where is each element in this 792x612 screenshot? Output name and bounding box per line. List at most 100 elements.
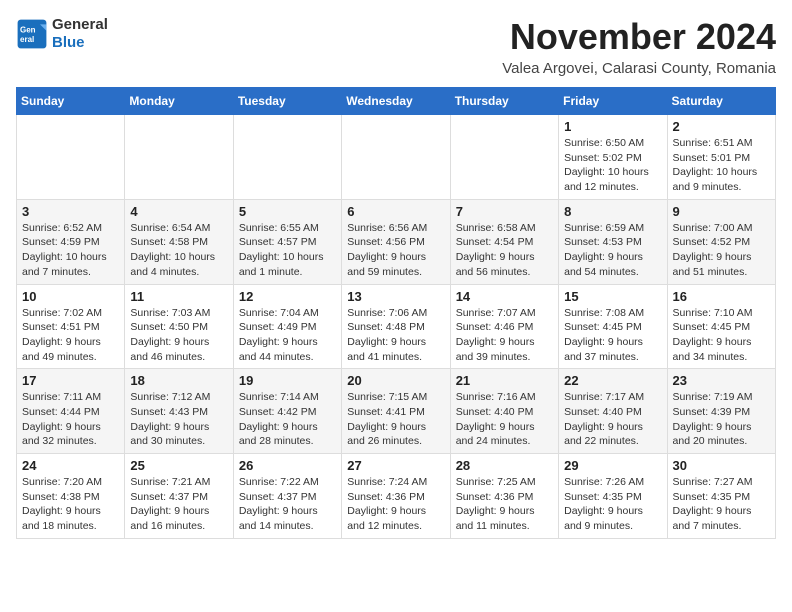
day-number: 5 — [239, 204, 336, 219]
day-info: Sunrise: 6:59 AM Sunset: 4:53 PM Dayligh… — [564, 221, 661, 280]
day-number: 29 — [564, 458, 661, 473]
day-number: 6 — [347, 204, 444, 219]
calendar-cell: 24 Sunrise: 7:20 AM Sunset: 4:38 PM Dayli… — [17, 454, 125, 539]
calendar-cell — [233, 115, 341, 200]
calendar-cell: 20Sunrise: 7:15 AM Sunset: 4:41 PM Dayli… — [342, 369, 450, 454]
day-info: Sunrise: 7:20 AM Sunset: 4:38 PM Dayligh… — [22, 475, 119, 534]
svg-text:eral: eral — [20, 35, 34, 44]
calendar-day-header: Saturday — [667, 88, 775, 115]
day-info: Sunrise: 7:26 AM Sunset: 4:35 PM Dayligh… — [564, 475, 661, 534]
calendar-cell: 12Sunrise: 7:04 AM Sunset: 4:49 PM Dayli… — [233, 284, 341, 369]
calendar-table: SundayMondayTuesdayWednesdayThursdayFrid… — [16, 87, 776, 539]
calendar-cell: 7 Sunrise: 6:58 AM Sunset: 4:54 PM Daylig… — [450, 199, 558, 284]
day-info: Sunrise: 7:08 AM Sunset: 4:45 PM Dayligh… — [564, 306, 661, 365]
day-info: Sunrise: 7:21 AM Sunset: 4:37 PM Dayligh… — [130, 475, 227, 534]
logo: Gen eral General Blue — [16, 16, 108, 52]
day-info: Sunrise: 7:12 AM Sunset: 4:43 PM Dayligh… — [130, 390, 227, 449]
day-number: 3 — [22, 204, 119, 219]
day-info: Sunrise: 7:22 AM Sunset: 4:37 PM Dayligh… — [239, 475, 336, 534]
day-number: 10 — [22, 289, 119, 304]
calendar-cell: 16 Sunrise: 7:10 AM Sunset: 4:45 PM Dayli… — [667, 284, 775, 369]
day-number: 30 — [673, 458, 770, 473]
calendar-week-row: 24 Sunrise: 7:20 AM Sunset: 4:38 PM Dayli… — [17, 454, 776, 539]
day-number: 1 — [564, 119, 661, 134]
calendar-cell: 11Sunrise: 7:03 AM Sunset: 4:50 PM Dayli… — [125, 284, 233, 369]
day-info: Sunrise: 7:06 AM Sunset: 4:48 PM Dayligh… — [347, 306, 444, 365]
day-number: 7 — [456, 204, 553, 219]
logo-blue-text: Blue — [52, 34, 108, 52]
day-number: 16 — [673, 289, 770, 304]
calendar-cell: 14 Sunrise: 7:07 AM Sunset: 4:46 PM Dayli… — [450, 284, 558, 369]
day-info: Sunrise: 7:02 AM Sunset: 4:51 PM Dayligh… — [22, 306, 119, 365]
day-number: 18 — [130, 373, 227, 388]
day-number: 19 — [239, 373, 336, 388]
calendar-cell: 4 Sunrise: 6:54 AM Sunset: 4:58 PM Daylig… — [125, 199, 233, 284]
day-number: 11 — [130, 289, 227, 304]
day-info: Sunrise: 7:16 AM Sunset: 4:40 PM Dayligh… — [456, 390, 553, 449]
calendar-cell: 1Sunrise: 6:50 AM Sunset: 5:02 PM Daylig… — [559, 115, 667, 200]
day-info: Sunrise: 6:51 AM Sunset: 5:01 PM Dayligh… — [673, 136, 770, 195]
subtitle: Valea Argovei, Calarasi County, Romania — [502, 60, 776, 77]
calendar-day-header: Thursday — [450, 88, 558, 115]
calendar-week-row: 10 Sunrise: 7:02 AM Sunset: 4:51 PM Dayli… — [17, 284, 776, 369]
calendar-day-header: Tuesday — [233, 88, 341, 115]
calendar-cell: 2Sunrise: 6:51 AM Sunset: 5:01 PM Daylig… — [667, 115, 775, 200]
day-info: Sunrise: 7:11 AM Sunset: 4:44 PM Dayligh… — [22, 390, 119, 449]
calendar-cell: 29 Sunrise: 7:26 AM Sunset: 4:35 PM Dayli… — [559, 454, 667, 539]
day-number: 14 — [456, 289, 553, 304]
day-info: Sunrise: 7:19 AM Sunset: 4:39 PM Dayligh… — [673, 390, 770, 449]
calendar-cell: 6 Sunrise: 6:56 AM Sunset: 4:56 PM Daylig… — [342, 199, 450, 284]
calendar-cell: 18 Sunrise: 7:12 AM Sunset: 4:43 PM Dayli… — [125, 369, 233, 454]
day-number: 21 — [456, 373, 553, 388]
day-info: Sunrise: 7:07 AM Sunset: 4:46 PM Dayligh… — [456, 306, 553, 365]
calendar-cell — [342, 115, 450, 200]
month-title: November 2024 — [502, 16, 776, 58]
svg-text:Gen: Gen — [20, 25, 36, 34]
calendar-day-header: Friday — [559, 88, 667, 115]
day-number: 22 — [564, 373, 661, 388]
day-info: Sunrise: 6:58 AM Sunset: 4:54 PM Dayligh… — [456, 221, 553, 280]
calendar-cell: 13 Sunrise: 7:06 AM Sunset: 4:48 PM Dayli… — [342, 284, 450, 369]
calendar-cell: 25Sunrise: 7:21 AM Sunset: 4:37 PM Dayli… — [125, 454, 233, 539]
calendar-week-row: 3 Sunrise: 6:52 AM Sunset: 4:59 PM Daylig… — [17, 199, 776, 284]
day-number: 24 — [22, 458, 119, 473]
calendar-cell: 3 Sunrise: 6:52 AM Sunset: 4:59 PM Daylig… — [17, 199, 125, 284]
calendar-cell: 5 Sunrise: 6:55 AM Sunset: 4:57 PM Daylig… — [233, 199, 341, 284]
calendar-cell: 9Sunrise: 7:00 AM Sunset: 4:52 PM Daylig… — [667, 199, 775, 284]
day-info: Sunrise: 7:17 AM Sunset: 4:40 PM Dayligh… — [564, 390, 661, 449]
calendar-cell: 30 Sunrise: 7:27 AM Sunset: 4:35 PM Dayli… — [667, 454, 775, 539]
calendar-cell: 22 Sunrise: 7:17 AM Sunset: 4:40 PM Dayli… — [559, 369, 667, 454]
day-info: Sunrise: 6:54 AM Sunset: 4:58 PM Dayligh… — [130, 221, 227, 280]
calendar-cell: 8 Sunrise: 6:59 AM Sunset: 4:53 PM Daylig… — [559, 199, 667, 284]
day-info: Sunrise: 6:52 AM Sunset: 4:59 PM Dayligh… — [22, 221, 119, 280]
day-number: 15 — [564, 289, 661, 304]
day-info: Sunrise: 7:27 AM Sunset: 4:35 PM Dayligh… — [673, 475, 770, 534]
calendar-day-header: Sunday — [17, 88, 125, 115]
day-number: 13 — [347, 289, 444, 304]
calendar-week-row: 17 Sunrise: 7:11 AM Sunset: 4:44 PM Dayli… — [17, 369, 776, 454]
day-number: 8 — [564, 204, 661, 219]
calendar-cell: 26Sunrise: 7:22 AM Sunset: 4:37 PM Dayli… — [233, 454, 341, 539]
day-info: Sunrise: 6:56 AM Sunset: 4:56 PM Dayligh… — [347, 221, 444, 280]
day-info: Sunrise: 6:55 AM Sunset: 4:57 PM Dayligh… — [239, 221, 336, 280]
day-info: Sunrise: 7:14 AM Sunset: 4:42 PM Dayligh… — [239, 390, 336, 449]
day-number: 4 — [130, 204, 227, 219]
calendar-cell — [17, 115, 125, 200]
calendar-cell: 27Sunrise: 7:24 AM Sunset: 4:36 PM Dayli… — [342, 454, 450, 539]
calendar-cell: 21 Sunrise: 7:16 AM Sunset: 4:40 PM Dayli… — [450, 369, 558, 454]
logo-general-text: General — [52, 16, 108, 34]
calendar-body: 1Sunrise: 6:50 AM Sunset: 5:02 PM Daylig… — [17, 115, 776, 539]
day-number: 17 — [22, 373, 119, 388]
calendar-week-row: 1Sunrise: 6:50 AM Sunset: 5:02 PM Daylig… — [17, 115, 776, 200]
day-number: 23 — [673, 373, 770, 388]
calendar-cell: 19 Sunrise: 7:14 AM Sunset: 4:42 PM Dayli… — [233, 369, 341, 454]
day-info: Sunrise: 7:00 AM Sunset: 4:52 PM Dayligh… — [673, 221, 770, 280]
day-info: Sunrise: 7:10 AM Sunset: 4:45 PM Dayligh… — [673, 306, 770, 365]
title-area: November 2024 Valea Argovei, Calarasi Co… — [502, 16, 776, 77]
calendar-cell: 15 Sunrise: 7:08 AM Sunset: 4:45 PM Dayli… — [559, 284, 667, 369]
day-info: Sunrise: 7:04 AM Sunset: 4:49 PM Dayligh… — [239, 306, 336, 365]
calendar-cell — [125, 115, 233, 200]
day-info: Sunrise: 7:24 AM Sunset: 4:36 PM Dayligh… — [347, 475, 444, 534]
calendar-cell: 17 Sunrise: 7:11 AM Sunset: 4:44 PM Dayli… — [17, 369, 125, 454]
day-number: 28 — [456, 458, 553, 473]
